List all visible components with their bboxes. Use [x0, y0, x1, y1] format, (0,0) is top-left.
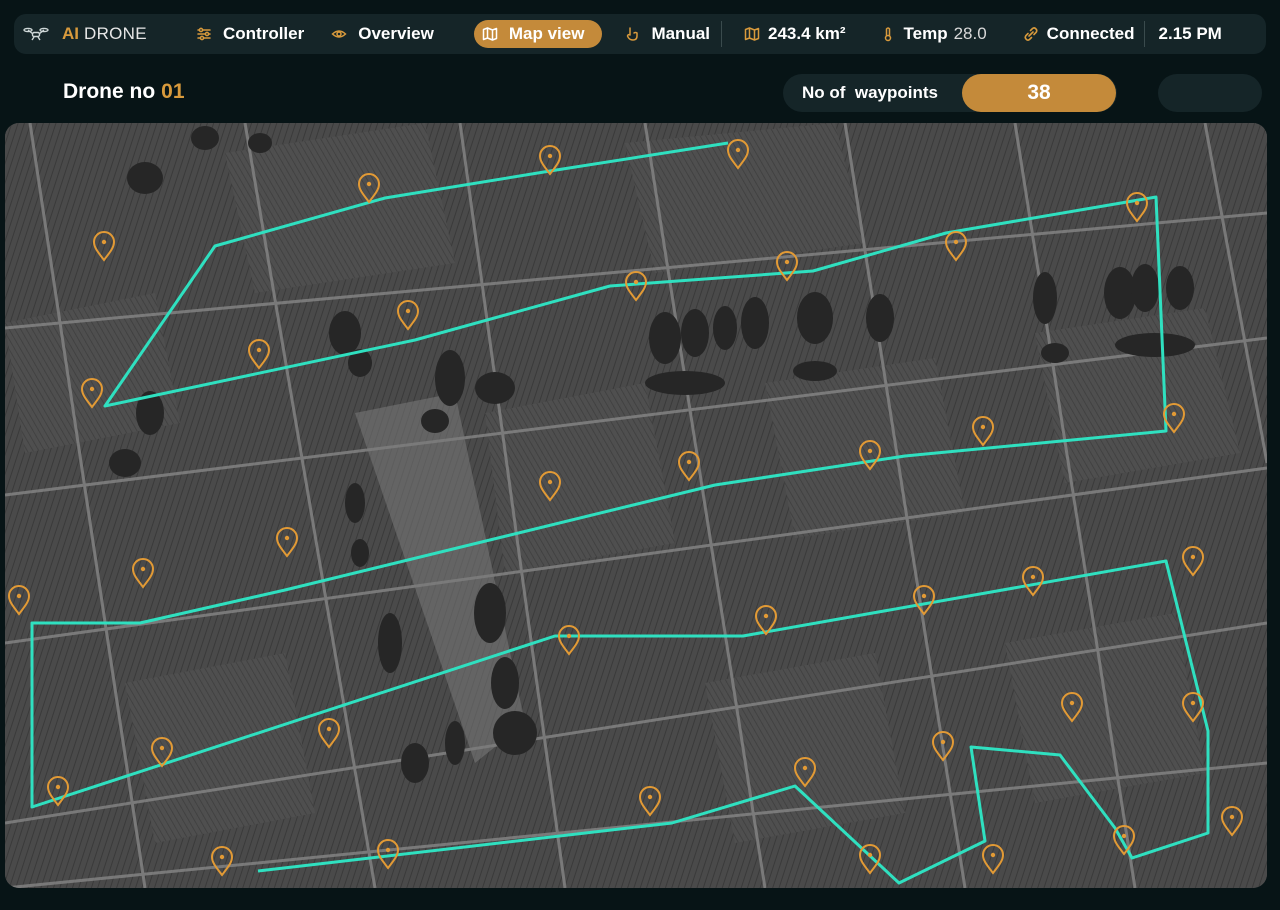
- map-canvas[interactable]: [5, 123, 1267, 888]
- sliders-icon: [196, 26, 212, 42]
- clock: 2.15 PM: [1159, 24, 1222, 44]
- empty-pill[interactable]: [1158, 74, 1262, 112]
- nav-controller-label: Controller: [223, 24, 305, 43]
- waypoints-label: No of waypoints: [802, 83, 938, 102]
- nav-map-view-label: Map view: [508, 24, 585, 43]
- brand-drone: DRONE: [84, 24, 147, 43]
- nav-overview-label: Overview: [358, 24, 434, 43]
- divider: [721, 21, 722, 47]
- drone-title: Drone no 01: [63, 80, 185, 104]
- temp-label: Temp: [903, 24, 948, 43]
- brand: AI DRONE: [23, 24, 183, 44]
- thermometer-icon: [880, 26, 896, 42]
- map-icon: [744, 26, 760, 42]
- nav-manual[interactable]: Manual: [624, 20, 710, 48]
- link-icon: [1023, 26, 1039, 42]
- time-value: 2.15 PM: [1158, 24, 1222, 43]
- drone-icon: [23, 27, 49, 41]
- connection-status: Connected: [1046, 24, 1135, 43]
- brand-ai: AI: [62, 24, 79, 43]
- divider: [1143, 21, 1145, 47]
- nav-manual-label: Manual: [651, 24, 710, 43]
- connection-stat: Connected: [1023, 24, 1135, 44]
- nav-controller[interactable]: Controller: [196, 20, 304, 48]
- top-nav-bar: AI DRONE Controller Overview Map view Ma…: [14, 14, 1266, 54]
- drone-label: Drone no: [63, 80, 156, 103]
- nav-overview[interactable]: Overview: [331, 20, 434, 48]
- drone-number: 01: [161, 80, 185, 103]
- waypoints-counter: No of waypoints 38: [783, 74, 1117, 112]
- nav-map-view[interactable]: Map view: [473, 20, 603, 48]
- temp-stat: Temp 28.0: [880, 24, 987, 44]
- area-stat: 243.4 km²: [744, 24, 846, 44]
- area-value: 243.4 km²: [768, 24, 846, 43]
- map-svg[interactable]: [5, 123, 1267, 888]
- map-icon: [482, 26, 498, 42]
- waypoints-count: 38: [962, 74, 1116, 112]
- eye-icon: [331, 26, 347, 42]
- temp-value: 28.0: [953, 24, 987, 43]
- hand-icon: [624, 26, 640, 42]
